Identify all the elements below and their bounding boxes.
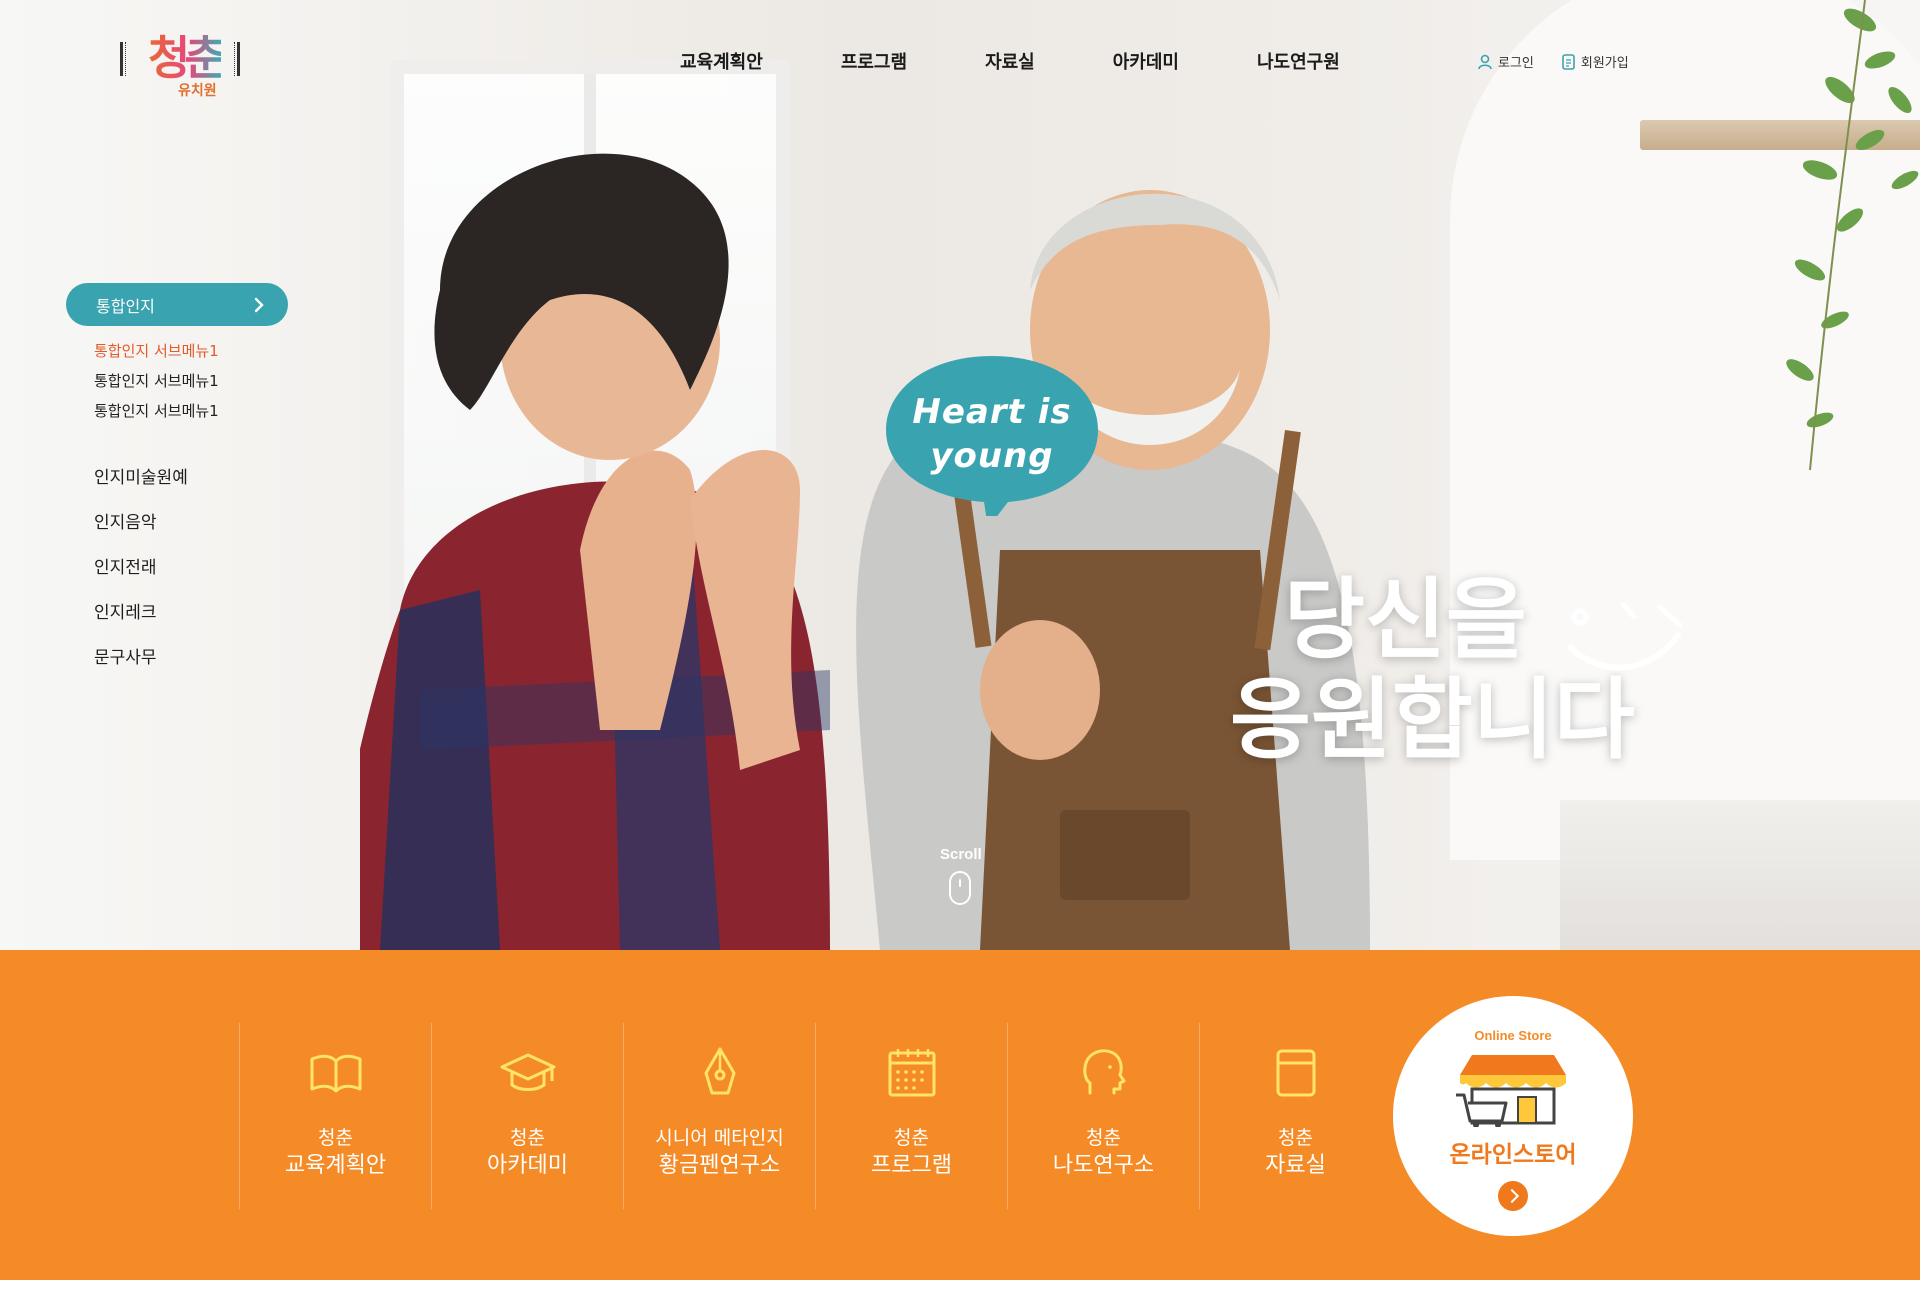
arrow-right-icon xyxy=(1498,1181,1528,1211)
hero-photo-couple xyxy=(360,153,1370,950)
site-logo[interactable]: 청춘 유치원 xyxy=(118,26,244,104)
quick-item-education-plan[interactable]: 청춘 교육계획안 xyxy=(239,1023,431,1209)
hanging-plant-icon xyxy=(1786,0,1919,471)
login-link[interactable]: 로그인 xyxy=(1478,52,1534,71)
store-tag: Online Store xyxy=(1474,1028,1552,1043)
quick-item-line1: 청춘 xyxy=(1278,1127,1313,1149)
pen-nib-icon xyxy=(704,1047,735,1095)
side-item-recreation[interactable]: 인지레크 xyxy=(94,591,288,636)
quick-item-golden-pen[interactable]: 시니어 메타인지 황금펜연구소 xyxy=(623,1023,815,1209)
online-store-button[interactable]: Online Store 온라인스토어 xyxy=(1393,996,1633,1236)
quick-item-program[interactable]: 청춘 프로그램 xyxy=(815,1023,1007,1209)
side-menu-list: 인지미술원예 인지음악 인지전래 인지레크 문구사무 xyxy=(94,456,288,681)
side-item-traditional[interactable]: 인지전래 xyxy=(94,546,288,591)
nav-item-academy[interactable]: 아카데미 xyxy=(1113,48,1179,74)
logo-subtext: 유치원 xyxy=(178,83,217,99)
signup-link[interactable]: 회원가입 xyxy=(1562,52,1629,71)
utility-links: 로그인 회원가입 xyxy=(1478,52,1657,71)
quick-item-academy[interactable]: 청춘 아카데미 xyxy=(431,1023,623,1209)
smile-doodle-icon xyxy=(1567,602,1683,671)
quick-item-line1: 시니어 메타인지 xyxy=(655,1127,784,1149)
mouse-icon xyxy=(949,871,971,905)
quick-item-research[interactable]: 청춘 나도연구소 xyxy=(1007,1023,1199,1209)
quick-item-line2: 아카데미 xyxy=(487,1153,568,1178)
side-submenu-item[interactable]: 통합인지 서브메뉴1 xyxy=(94,366,288,396)
bubble-line-1: Heart is xyxy=(912,392,1072,432)
side-submenu-item[interactable]: 통합인지 서브메뉴1 xyxy=(94,336,288,366)
quick-item-line1: 청춘 xyxy=(894,1127,929,1149)
background-counter xyxy=(1560,800,1920,950)
person-icon xyxy=(1478,54,1492,69)
quick-item-line2: 교육계획안 xyxy=(284,1153,387,1178)
quick-item-line2: 자료실 xyxy=(1265,1153,1326,1178)
archive-box-icon xyxy=(1276,1049,1315,1097)
signup-label: 회원가입 xyxy=(1580,56,1629,71)
head-profile-icon xyxy=(1082,1049,1125,1095)
side-item-stationery[interactable]: 문구사무 xyxy=(94,636,288,681)
side-item-music[interactable]: 인지음악 xyxy=(94,501,288,546)
logo-bracket-right xyxy=(234,42,240,76)
logo-bracket-left xyxy=(120,42,126,76)
quick-item-line2: 프로그램 xyxy=(871,1153,952,1178)
side-submenu: 통합인지 서브메뉴1 통합인지 서브메뉴1 통합인지 서브메뉴1 xyxy=(94,336,288,426)
side-item-active-label: 통합인지 xyxy=(96,296,155,316)
hero-banner: Heart is young 당신을 응원합니다 Scroll xyxy=(0,0,1920,950)
login-label: 로그인 xyxy=(1498,56,1534,71)
quick-item-line1: 청춘 xyxy=(1086,1127,1121,1149)
side-item-art-garden[interactable]: 인지미술원예 xyxy=(94,456,288,501)
store-label: 온라인스토어 xyxy=(1449,1142,1577,1168)
bubble-line-2: young xyxy=(930,436,1054,476)
quick-item-line2: 황금펜연구소 xyxy=(658,1153,781,1178)
calendar-icon xyxy=(888,1049,935,1097)
nav-item-archive[interactable]: 자료실 xyxy=(985,48,1035,74)
nav-item-education-plan[interactable]: 교육계획안 xyxy=(680,48,763,74)
graduation-cap-icon xyxy=(500,1053,555,1091)
side-submenu-item[interactable]: 통합인지 서브메뉴1 xyxy=(94,396,288,426)
scroll-label: Scroll xyxy=(940,846,982,863)
headline-line-2: 응원합니다 xyxy=(1230,668,1635,771)
document-icon xyxy=(1562,53,1575,70)
chevron-right-icon xyxy=(254,297,264,312)
scroll-indicator[interactable]: Scroll xyxy=(940,846,982,905)
quick-item-archive[interactable]: 청춘 자료실 xyxy=(1199,1023,1391,1209)
open-book-icon xyxy=(310,1054,361,1093)
quick-item-line2: 나도연구소 xyxy=(1052,1153,1155,1178)
quick-item-line1: 청춘 xyxy=(510,1127,545,1149)
side-navigation: 통합인지 통합인지 서브메뉴1 통합인지 서브메뉴1 통합인지 서브메뉴1 인지… xyxy=(66,283,288,681)
nav-item-program[interactable]: 프로그램 xyxy=(841,48,907,74)
nav-item-researcher[interactable]: 나도연구원 xyxy=(1257,48,1340,74)
side-item-active[interactable]: 통합인지 xyxy=(66,283,288,326)
bubble-text: Heart is young xyxy=(884,390,1100,478)
main-navigation: 교육계획안 프로그램 자료실 아카데미 나도연구원 xyxy=(680,48,1418,74)
quick-item-line1: 청춘 xyxy=(318,1127,353,1149)
shop-basket-icon xyxy=(1456,1055,1566,1127)
